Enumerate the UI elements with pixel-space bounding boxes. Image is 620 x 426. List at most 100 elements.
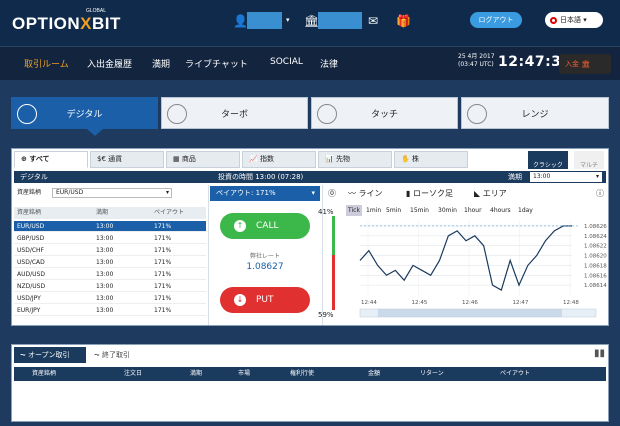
user-icon[interactable]: 👤 — [233, 14, 248, 28]
table-cell: 171% — [154, 223, 172, 230]
table-cell: 13:00 — [96, 295, 114, 302]
tab-range[interactable]: レンジ — [461, 97, 609, 129]
mail-icon[interactable]: ✉ — [368, 14, 378, 28]
view-multi-button[interactable]: マルチ — [574, 151, 604, 169]
category-tab-stocks[interactable]: ✋ 株 — [394, 151, 468, 168]
price-chart[interactable]: 1.08626 1.08624 1.08622 1.08620 1.08618 1.086… — [342, 217, 608, 322]
table-row[interactable]: USD/CHF 13:00 171% — [14, 245, 206, 256]
table-cell: GBP/USD — [17, 235, 45, 242]
tab-open-trades[interactable]: ⏦ オープン取引 — [14, 347, 86, 363]
table-cell: 13:00 — [96, 283, 114, 290]
view-classic-button[interactable]: クラシック — [528, 151, 568, 169]
bank-icon[interactable]: 🏛 — [304, 14, 319, 28]
timeframe-button[interactable]: 1day — [518, 205, 533, 216]
timeframe-button[interactable]: 15min — [410, 205, 429, 216]
y-tick-label: 1.08614 — [584, 283, 607, 289]
tab-closed-trades[interactable]: ⏦ 終了取引 — [88, 347, 158, 363]
divider — [322, 185, 323, 325]
category-tab-futures[interactable]: 📊 先物 — [318, 151, 392, 168]
section-bar: デジタル 投資の時間 13:00 (07:28) 満期 13:00 ▾ — [14, 171, 606, 183]
category-tab-index[interactable]: 📈 指数 — [242, 151, 316, 168]
table-row[interactable]: USD/CAD 13:00 171% — [14, 257, 206, 268]
nav-legal[interactable]: 法律 — [320, 57, 338, 70]
expiry-select[interactable]: 13:00 ▾ — [530, 172, 602, 182]
call-button[interactable]: ↑ CALL — [220, 213, 310, 239]
table-row[interactable]: NZD/USD 13:00 171% — [14, 281, 206, 292]
area-chart-button[interactable]: ◣ エリア — [474, 186, 507, 202]
tab-digital[interactable]: デジタル — [11, 97, 158, 129]
table-row[interactable]: USD/JPY 13:00 171% — [14, 293, 206, 304]
japan-flag-icon — [550, 16, 557, 24]
tab-turbo[interactable]: ターボ — [161, 97, 308, 129]
col-return: リターン — [420, 370, 444, 377]
chevron-down-icon: ▾ — [311, 189, 315, 197]
navigator-selection[interactable] — [378, 309, 562, 317]
category-tab-commodity[interactable]: ▦ 商品 — [166, 151, 240, 168]
timeframe-button[interactable]: 1hour — [464, 205, 482, 216]
open-trades-panel: ⏦ オープン取引 ⏦ 終了取引 ▮▮ 資産銘柄 注文日 満期 市場 権利行使 金… — [11, 344, 609, 422]
table-cell: NZD/USD — [17, 283, 46, 290]
nav-social[interactable]: SOCIAL — [270, 57, 303, 67]
category-tab-all[interactable]: ⊕ すべて — [14, 151, 88, 168]
x-tick-label: 12:44 — [361, 300, 377, 306]
put-button[interactable]: ↓ PUT — [220, 287, 310, 313]
payout-select[interactable]: ペイアウト: 171% ▾ — [210, 186, 320, 201]
table-cell: 171% — [154, 271, 172, 278]
col-expiry[interactable]: 満期 — [96, 207, 108, 219]
table-row[interactable]: GBP/USD 13:00 171% — [14, 233, 206, 244]
y-tick-label: 1.08626 — [584, 224, 607, 230]
table-row[interactable]: EUR/USD 13:00 171% — [14, 221, 206, 232]
timeframe-button[interactable]: 5min — [386, 205, 401, 216]
line-chart-button[interactable]: 〰 ライン — [348, 186, 383, 202]
col-strike: 権利行使 — [290, 370, 315, 377]
info-icon[interactable]: ⓘ — [596, 186, 604, 202]
open-trades-header: 資産銘柄 注文日 満期 市場 権利行使 金額 リターン ペイアウト — [14, 367, 606, 381]
tab-touch[interactable]: タッチ — [311, 97, 458, 129]
col-market: 市場 — [238, 370, 251, 377]
x-tick-label: 12:48 — [563, 300, 579, 306]
timeframe-button[interactable]: 4hours — [490, 205, 511, 216]
trading-panel: ⊕ すべて $€ 通貨 ▦ 商品 📈 指数 📊 先物 ✋ 株 クラシック マルチ… — [11, 148, 609, 326]
user-name-field[interactable] — [247, 12, 282, 29]
call-sentiment-bar — [332, 216, 335, 255]
col-amount: 金額 — [368, 370, 381, 377]
nav-trading-room[interactable]: 取引ルーム — [24, 57, 69, 70]
asset-select[interactable]: EUR/USD ▾ — [52, 188, 172, 198]
logo[interactable]: OPTIONXBIT GLOBAL — [12, 8, 121, 34]
col-asset[interactable]: 資産銘柄 — [17, 207, 41, 219]
table-cell: USD/CAD — [17, 259, 45, 266]
deposit-button[interactable]: 入金 🏛 — [559, 54, 611, 74]
timeframe-button[interactable]: Tick — [346, 205, 362, 216]
nav-expiry[interactable]: 満期 — [152, 57, 170, 70]
candle-chart-button[interactable]: ▮ ローソク足 — [406, 186, 453, 202]
language-selector[interactable]: 日本語 ▾ — [545, 12, 603, 28]
table-cell: 171% — [154, 307, 172, 314]
chart-settings-icon[interactable]: ⓪ — [328, 186, 336, 202]
table-row[interactable]: EUR/JPY 13:00 171% — [14, 305, 206, 316]
table-cell: 171% — [154, 283, 172, 290]
table-row[interactable]: AUD/USD 13:00 171% — [14, 269, 206, 280]
bar-chart-icon[interactable]: ▮▮ — [594, 348, 605, 359]
table-cell: USD/CHF — [17, 247, 44, 254]
arrow-down-icon: ↓ — [234, 294, 246, 306]
category-tab-currency[interactable]: $€ 通貨 — [90, 151, 164, 168]
logout-button[interactable]: ログアウト — [470, 12, 522, 28]
col-payout[interactable]: ペイアウト — [154, 207, 184, 219]
chevron-down-icon[interactable]: ▾ — [286, 16, 290, 24]
nav-deposit-history[interactable]: 入出金履歴 — [87, 57, 132, 70]
currency-icon: $€ — [97, 155, 106, 163]
active-tab-pointer — [87, 129, 103, 136]
timeframe-button[interactable]: 1min — [366, 205, 381, 216]
nav-live-chat[interactable]: ライブチャット — [185, 57, 248, 70]
table-cell: 13:00 — [96, 235, 114, 242]
main-nav: 取引ルーム 入出金履歴 満期 ライブチャット SOCIAL 法律 25 4月 2… — [0, 46, 620, 80]
y-tick-label: 1.08616 — [584, 273, 607, 279]
timeframe-button[interactable]: 30min — [438, 205, 457, 216]
chevron-down-icon: ▾ — [595, 173, 599, 180]
table-cell: 13:00 — [96, 307, 114, 314]
area-icon: ◣ — [474, 189, 481, 198]
bank-icon: 🏛 — [581, 60, 591, 68]
gift-icon[interactable]: 🎁 — [396, 14, 411, 28]
x-tick-label: 12:46 — [462, 300, 478, 306]
hand-icon: ✋ — [401, 155, 410, 163]
